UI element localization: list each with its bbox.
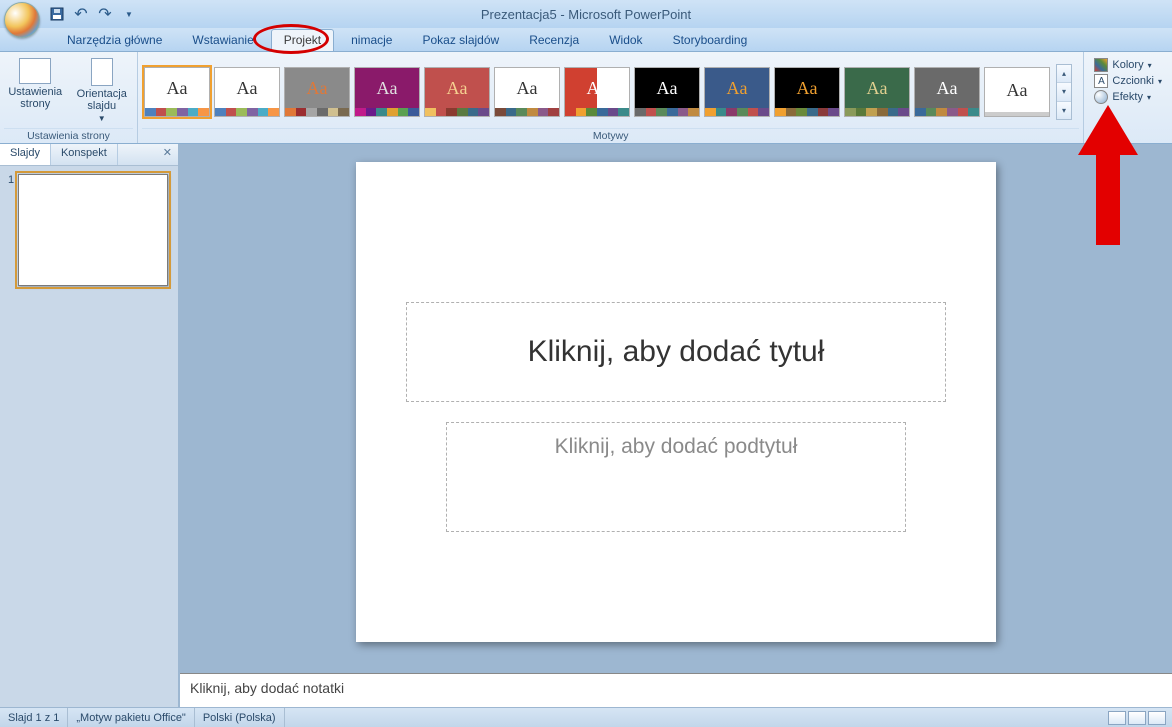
save-icon[interactable] <box>48 5 66 23</box>
group-label-pagesetup: Ustawienia strony <box>4 128 133 143</box>
tab-storyboarding[interactable]: Storyboarding <box>660 29 761 51</box>
theme-item[interactable]: Aa <box>424 67 490 117</box>
group-page-setup: Ustawienia strony Orientacja slajdu ▼ Us… <box>0 52 138 143</box>
tab-slideshow[interactable]: Pokaz slajdów <box>409 29 512 51</box>
page-setup-icon <box>19 58 51 84</box>
workspace: Slajdy Konspekt ✕ 1 Kliknij, aby dodać t… <box>0 144 1172 707</box>
theme-item[interactable]: Aa <box>984 67 1050 117</box>
fonts-button[interactable]: A Czcionki ▾ <box>1094 74 1162 88</box>
effects-button[interactable]: Efekty ▾ <box>1094 90 1162 104</box>
orientation-icon <box>91 58 113 86</box>
page-setup-button[interactable]: Ustawienia strony <box>4 56 67 112</box>
view-normal-button[interactable] <box>1108 711 1126 725</box>
tab-animations[interactable]: nimacje <box>338 29 405 51</box>
ribbon-tabs: Narzędzia główne Wstawianie Projekt nima… <box>0 28 1172 52</box>
status-language[interactable]: Polski (Polska) <box>195 708 285 727</box>
qat-dropdown-icon[interactable]: ▼ <box>120 5 138 23</box>
tab-home[interactable]: Narzędzia główne <box>54 29 175 51</box>
theme-item[interactable]: Aa <box>774 67 840 117</box>
theme-gallery: Aa Aa Aa Aa Aa Aa Aa Aa Aa Aa Aa Aa Aa ▴… <box>142 60 1074 124</box>
theme-item[interactable]: Aa <box>144 67 210 117</box>
slide-canvas: Kliknij, aby dodać tytuł Kliknij, aby do… <box>356 162 996 642</box>
thumbnail-number: 1 <box>8 174 14 286</box>
notes-pane[interactable]: Kliknij, aby dodać notatki <box>180 673 1172 707</box>
thumbnail-list: 1 <box>0 166 178 707</box>
theme-item[interactable]: Aa <box>564 67 630 117</box>
ribbon: Ustawienia strony Orientacja slajdu ▼ Us… <box>0 52 1172 144</box>
status-bar: Slajd 1 z 1 „Motyw pakietu Office" Polsk… <box>0 707 1172 727</box>
colors-button[interactable]: Kolory ▾ <box>1094 58 1162 72</box>
theme-item[interactable]: Aa <box>914 67 980 117</box>
view-sorter-button[interactable] <box>1128 711 1146 725</box>
gallery-row-up-icon[interactable]: ▴ <box>1057 65 1071 83</box>
title-placeholder[interactable]: Kliknij, aby dodać tytuł <box>406 302 946 402</box>
group-themes: Aa Aa Aa Aa Aa Aa Aa Aa Aa Aa Aa Aa Aa ▴… <box>138 52 1084 143</box>
gallery-row-down-icon[interactable]: ▾ <box>1057 83 1071 101</box>
slide-orientation-button[interactable]: Orientacja slajdu ▼ <box>71 56 134 125</box>
window-title: Prezentacja5 - Microsoft PowerPoint <box>481 7 691 22</box>
theme-item[interactable]: Aa <box>494 67 560 117</box>
slide-thumbnail[interactable]: 1 <box>8 174 170 286</box>
pane-close-icon[interactable]: ✕ <box>157 144 178 165</box>
effects-icon <box>1094 90 1108 104</box>
subtitle-placeholder[interactable]: Kliknij, aby dodać podtytuł <box>446 422 906 532</box>
colors-icon <box>1094 58 1108 72</box>
pane-tab-slides[interactable]: Slajdy <box>0 144 51 165</box>
tab-view[interactable]: Widok <box>596 29 655 51</box>
slides-pane: Slajdy Konspekt ✕ 1 <box>0 144 180 707</box>
tab-insert[interactable]: Wstawianie <box>179 29 266 51</box>
gallery-more-icon[interactable]: ▾ <box>1057 102 1071 119</box>
thumbnail-preview <box>18 174 168 286</box>
slide-canvas-wrap[interactable]: Kliknij, aby dodać tytuł Kliknij, aby do… <box>180 144 1172 667</box>
status-slide-count: Slajd 1 z 1 <box>0 708 68 727</box>
office-button[interactable] <box>4 2 40 38</box>
group-label-themes: Motywy <box>142 128 1079 143</box>
theme-item[interactable]: Aa <box>214 67 280 117</box>
titlebar: ↶ ↷ ▼ Prezentacja5 - Microsoft PowerPoin… <box>0 0 1172 28</box>
theme-item[interactable]: Aa <box>634 67 700 117</box>
undo-icon[interactable]: ↶ <box>72 5 90 23</box>
quick-access-toolbar: ↶ ↷ ▼ <box>48 5 138 23</box>
status-theme: „Motyw pakietu Office" <box>68 708 194 727</box>
redo-icon[interactable]: ↷ <box>96 5 114 23</box>
edit-area: Kliknij, aby dodać tytuł Kliknij, aby do… <box>180 144 1172 707</box>
tab-design[interactable]: Projekt <box>271 29 334 51</box>
theme-item[interactable]: Aa <box>704 67 770 117</box>
fonts-icon: A <box>1094 74 1108 88</box>
theme-item[interactable]: Aa <box>284 67 350 117</box>
chevron-down-icon: ▼ <box>98 114 106 123</box>
view-slideshow-button[interactable] <box>1148 711 1166 725</box>
theme-gallery-scroll: ▴ ▾ ▾ <box>1056 64 1072 120</box>
theme-item[interactable]: Aa <box>844 67 910 117</box>
pane-tab-outline[interactable]: Konspekt <box>51 144 118 165</box>
tab-review[interactable]: Recenzja <box>516 29 592 51</box>
theme-item[interactable]: Aa <box>354 67 420 117</box>
group-theme-options: Kolory ▾ A Czcionki ▾ Efekty ▾ <box>1084 52 1172 143</box>
